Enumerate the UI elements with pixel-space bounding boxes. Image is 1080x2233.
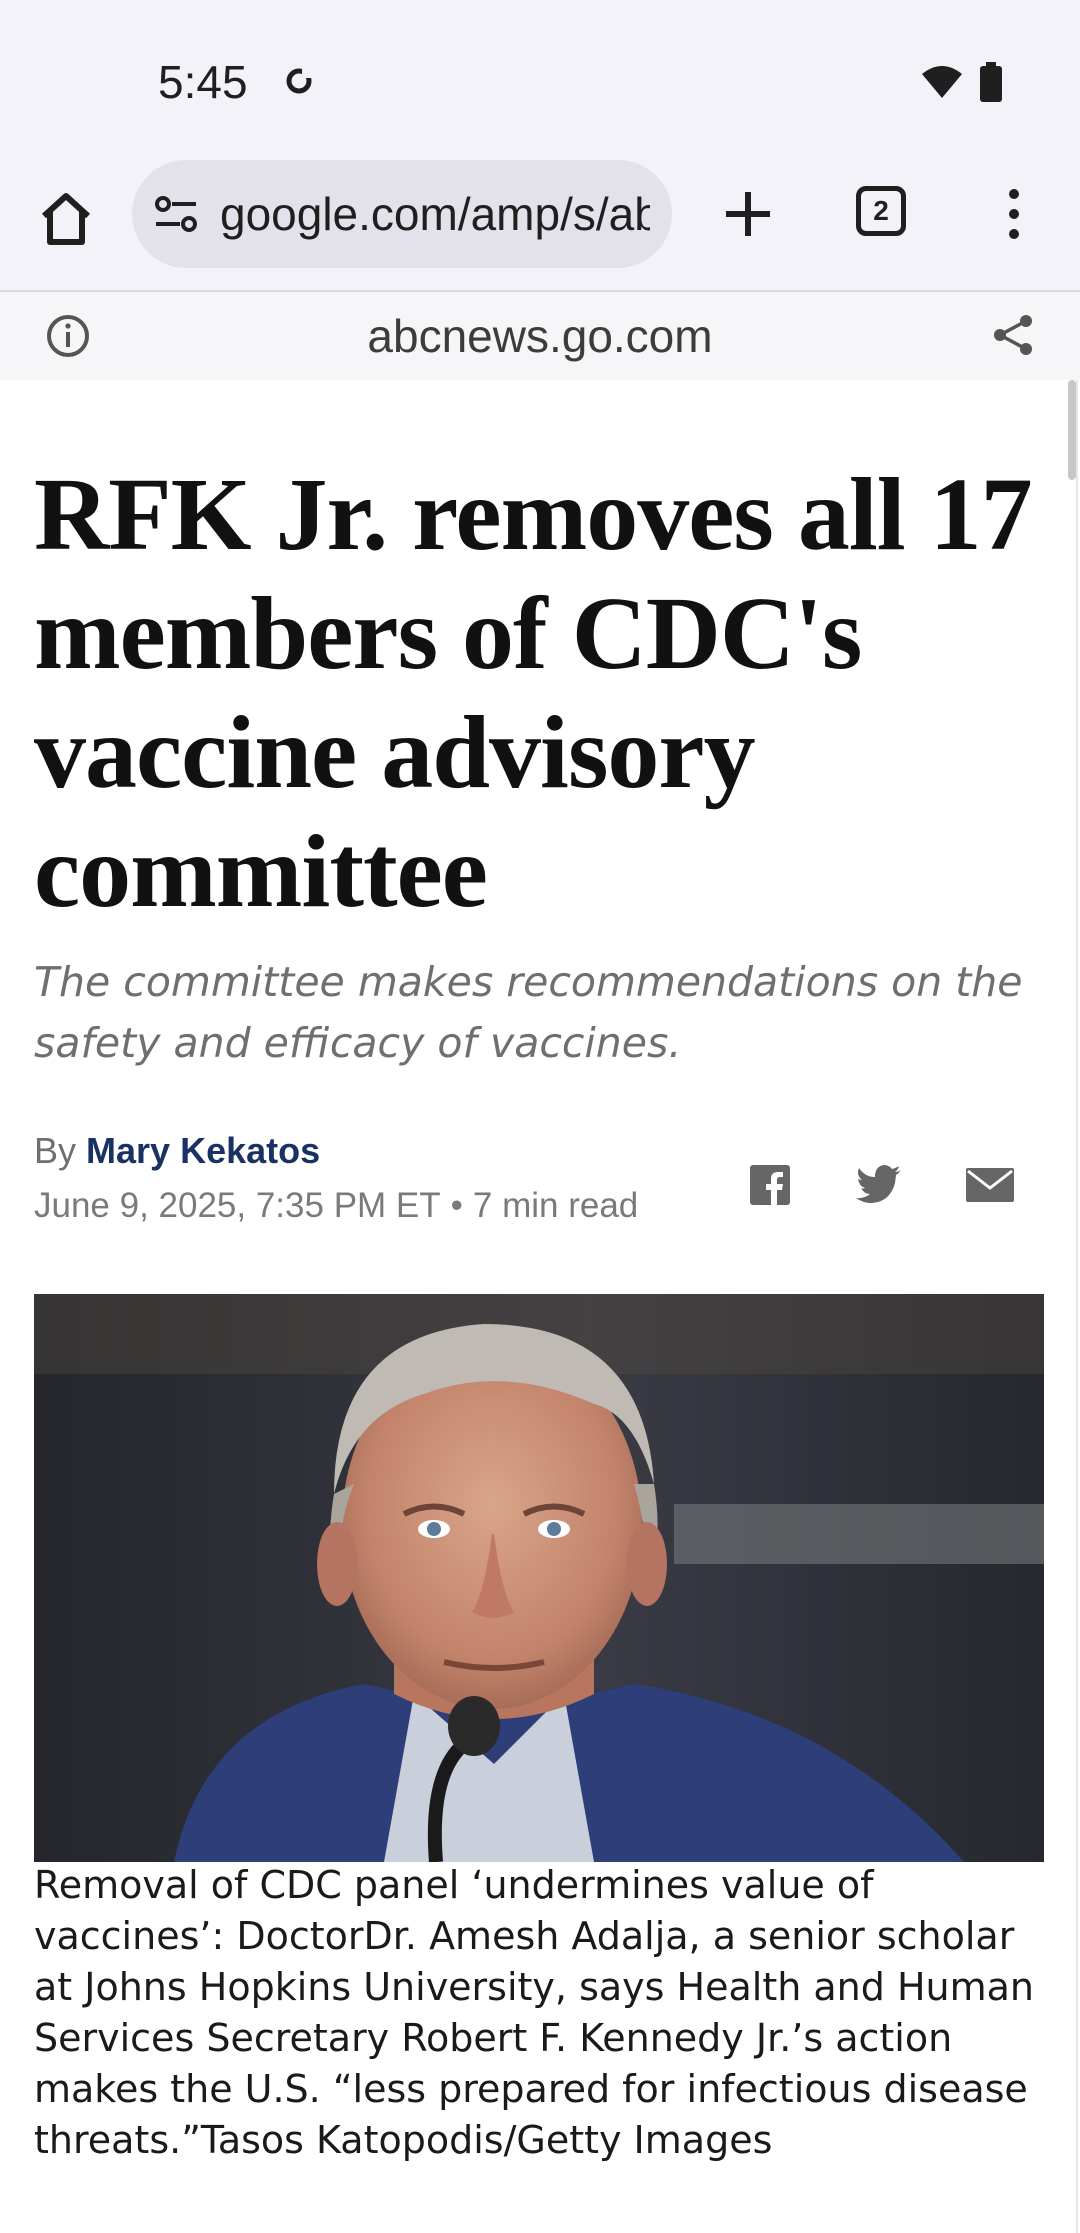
amp-header: abcnews.go.com [0, 292, 1080, 380]
amp-domain[interactable]: abcnews.go.com [0, 292, 1080, 380]
separator: • [450, 1186, 463, 1225]
dateline: June 9, 2025, 7:35 PM ET • 7 min read [34, 1186, 638, 1226]
scrollbar-track [1076, 380, 1078, 2233]
photo-caption: Removal of CDC panel ‘undermines value o… [34, 1863, 1035, 2162]
article-headline: RFK Jr. removes all 17 members of CDC's … [34, 457, 1033, 929]
more-menu-icon[interactable] [996, 184, 1032, 244]
facebook-icon[interactable] [750, 1165, 790, 1205]
article-photo [34, 1294, 1044, 1862]
browser-toolbar: google.com/amp/s/abcnews.go.com 2 [0, 160, 1080, 292]
battery-icon [980, 62, 1002, 102]
photo-illustration [34, 1294, 1044, 1862]
byline: By Mary Kekatos [34, 1130, 320, 1172]
scrollbar-thumb[interactable] [1068, 380, 1076, 480]
home-icon[interactable] [36, 188, 96, 248]
status-bar: 5:45 [0, 0, 1080, 160]
info-icon[interactable] [44, 312, 92, 360]
sync-icon [286, 68, 312, 94]
byline-prefix: By [34, 1130, 77, 1171]
article-subheading: The committee makes recommendations on t… [34, 958, 1023, 1067]
status-time: 5:45 [158, 56, 248, 108]
author-link[interactable]: Mary Kekatos [86, 1130, 320, 1171]
email-icon[interactable] [966, 1168, 1014, 1202]
read-time: 7 min read [472, 1186, 639, 1225]
new-tab-icon[interactable] [718, 184, 778, 244]
share-icon[interactable] [990, 312, 1036, 358]
twitter-icon[interactable] [856, 1165, 902, 1205]
url-text: google.com/amp/s/abcnews.go.com [220, 188, 650, 240]
url-bar[interactable]: google.com/amp/s/abcnews.go.com [132, 160, 672, 268]
wifi-icon [922, 66, 962, 98]
publish-date: June 9, 2025, 7:35 PM ET [34, 1186, 441, 1225]
site-settings-icon[interactable] [154, 194, 198, 234]
tab-switcher-button[interactable]: 2 [856, 186, 906, 236]
